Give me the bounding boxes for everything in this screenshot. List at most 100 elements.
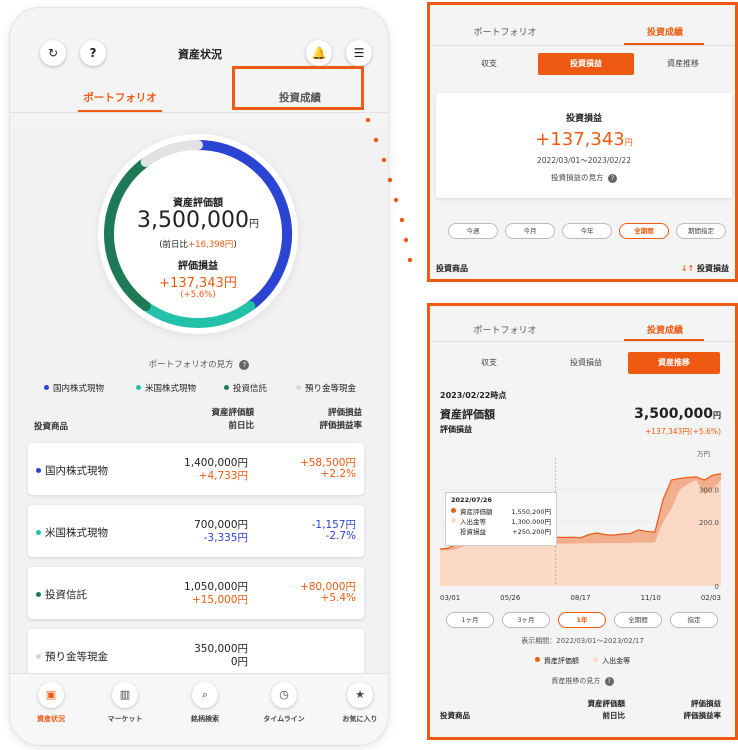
tab-portfolio[interactable]: ポートフォリオ <box>430 323 580 336</box>
legend-dot <box>44 385 49 390</box>
nav-item-assets[interactable]: ▣ 資産状況 <box>16 682 86 724</box>
sort-by-pl-button[interactable]: ↓↑ 投資損益 <box>681 263 729 274</box>
segment-income[interactable]: 収支 <box>444 352 534 374</box>
display-period: 表示期間：2022/03/01〜2023/02/17 <box>521 637 644 645</box>
question-icon: ? <box>607 174 617 183</box>
holding-name-label: 預り金等現金 <box>45 651 108 663</box>
table-header-pl-rate: 評価損益率 <box>683 711 722 720</box>
holding-name: 米国株式現物 <box>36 525 108 540</box>
chart-tooltip: 2022/07/26 資産評価額 1,550,200円 入出金等 1,300,0… <box>445 492 557 546</box>
holding-dot <box>36 654 41 659</box>
trend-help-label: 資産推移の見方 <box>551 677 601 685</box>
asset-yen: 円 <box>248 219 259 230</box>
connector-dot <box>403 237 409 243</box>
x-tick-label: 08/17 <box>570 594 590 602</box>
range-all[interactable]: 全期間 <box>614 612 662 628</box>
phone-screen: ↻ ? 資産状況 🔔 ☰ ポートフォリオ 投資成績 資産評価額 3,500,00… <box>10 8 388 745</box>
day-change-suffix: ) <box>233 240 237 250</box>
nav-label: 資産状況 <box>37 715 65 723</box>
nav-label: お気に入り <box>342 715 378 723</box>
legend-us-stock: 米国株式現物 <box>136 382 196 394</box>
period-all[interactable]: 全期間 <box>619 223 669 239</box>
bell-icon[interactable]: 🔔 <box>306 40 332 66</box>
legend-label: 投資信託 <box>233 384 268 394</box>
tooltip-dot <box>451 508 456 513</box>
legend-label: 預り金等現金 <box>305 384 357 394</box>
table-header-day-change: 前日比 <box>228 421 254 431</box>
tooltip-value: 1,550,200円 <box>511 508 551 516</box>
portfolio-help-link[interactable]: ポートフォリオの見方 ? <box>10 358 388 370</box>
legend-dot <box>296 385 301 390</box>
table-header-pl: 評価損益 <box>327 408 362 418</box>
nav-item-timeline[interactable]: ◷ タイムライン <box>249 682 319 724</box>
holding-day-change: +15,000円 <box>191 594 248 606</box>
table-header-value: 資産評価額 <box>211 408 254 418</box>
tabs-divider <box>430 45 735 46</box>
portfolio-ring-chart <box>104 140 292 328</box>
pl-card: 投資損益 +137,343円 2022/03/01〜2023/02/22 投資損… <box>436 93 732 198</box>
menu-icon[interactable]: ☰ <box>346 40 372 66</box>
tooltip-label: 資産評価額 <box>460 508 493 516</box>
x-tick-label: 05/26 <box>500 594 521 602</box>
tooltip-label: 入出金等 <box>460 518 486 526</box>
holding-row[interactable]: 投資信託 1,050,000円 +15,000円 +80,000円 +5.4% <box>28 567 364 619</box>
segment-pl[interactable]: 投資損益 <box>538 352 634 374</box>
segment-income[interactable]: 収支 <box>444 53 534 75</box>
pl-help-link[interactable]: 投資損益の見方 ? <box>436 172 732 183</box>
table-header-pl: 評価損益 <box>691 699 721 708</box>
table-header-pl-rate: 評価損益率 <box>319 421 362 431</box>
sort-icon: ↓↑ <box>680 264 695 273</box>
range-custom[interactable]: 指定 <box>670 612 718 628</box>
connector-dot <box>393 197 399 203</box>
y-tick-label: 0 <box>715 583 719 591</box>
tab-performance[interactable]: 投資成績 <box>590 25 735 38</box>
search-icon: ⌕ <box>192 682 218 708</box>
holding-row[interactable]: 国内株式現物 1,400,000円 +4,733円 +58,500円 +2.2% <box>28 443 364 495</box>
asset-yen: 円 <box>713 411 721 420</box>
footer-product-label: 投資商品 <box>436 264 468 273</box>
trend-help-link[interactable]: 資産推移の見方 ? <box>430 676 735 686</box>
help-icon[interactable]: ? <box>80 40 106 66</box>
pl-card-value: +137,343円 <box>436 129 732 150</box>
period-week[interactable]: 今週 <box>448 223 498 239</box>
refresh-icon[interactable]: ↻ <box>40 40 66 66</box>
legend-dot <box>534 657 540 662</box>
pl-card-period: 2022/03/01〜2023/02/22 <box>537 156 631 165</box>
nav-item-favorites[interactable]: ★ お気に入り <box>325 682 388 724</box>
nav-label: タイムライン <box>263 715 305 723</box>
holding-day-change: +4,733円 <box>198 470 248 482</box>
bar-chart-icon: ▥ <box>112 682 138 708</box>
period-month[interactable]: 今月 <box>505 223 555 239</box>
holding-name: 預り金等現金 <box>36 649 108 664</box>
holding-row[interactable]: 米国株式現物 700,000円 -3,335円 -1,157円 -2.7% <box>28 505 364 557</box>
wallet-icon: ▣ <box>38 682 64 708</box>
nav-label: 銘柄検索 <box>191 715 219 723</box>
callout-panel-performance: ポートフォリオ 投資成績 収支 投資損益 資産推移 投資損益 +137,343円… <box>427 2 738 282</box>
holding-pl-rate: -2.7% <box>325 530 356 542</box>
tooltip-dot <box>451 518 456 523</box>
holding-name-label: 国内株式現物 <box>45 465 108 477</box>
tab-portfolio[interactable]: ポートフォリオ <box>430 25 580 38</box>
star-icon: ★ <box>347 682 373 708</box>
holding-day-change: -3,335円 <box>203 532 248 544</box>
x-tick-label: 02/03 <box>701 594 721 602</box>
table-header-day-change: 前日比 <box>602 711 626 720</box>
nav-item-search[interactable]: ⌕ 銘柄検索 <box>170 682 240 724</box>
nav-item-market[interactable]: ▥ マーケット <box>90 682 160 724</box>
asset-label: 資産評価額 <box>440 408 495 421</box>
tab-portfolio[interactable]: ポートフォリオ <box>40 90 200 105</box>
tab-performance[interactable]: 投資成績 <box>590 323 735 336</box>
segment-asset-trend[interactable]: 資産推移 <box>628 352 720 374</box>
range-3-months[interactable]: 3ヶ月 <box>502 612 550 628</box>
holding-pl-rate: +5.4% <box>320 592 356 604</box>
period-year[interactable]: 今年 <box>562 223 612 239</box>
period-custom[interactable]: 期間指定 <box>676 223 726 239</box>
segment-pl[interactable]: 投資損益 <box>538 53 634 75</box>
holding-name: 国内株式現物 <box>36 463 108 478</box>
page-title: 資産状況 <box>178 48 222 61</box>
sort-label: 投資損益 <box>697 264 729 273</box>
range-1-month[interactable]: 1ヶ月 <box>446 612 494 628</box>
segment-asset-trend[interactable]: 資産推移 <box>638 53 728 75</box>
range-1-year[interactable]: 1年 <box>558 612 606 628</box>
tabs-divider <box>10 112 388 113</box>
